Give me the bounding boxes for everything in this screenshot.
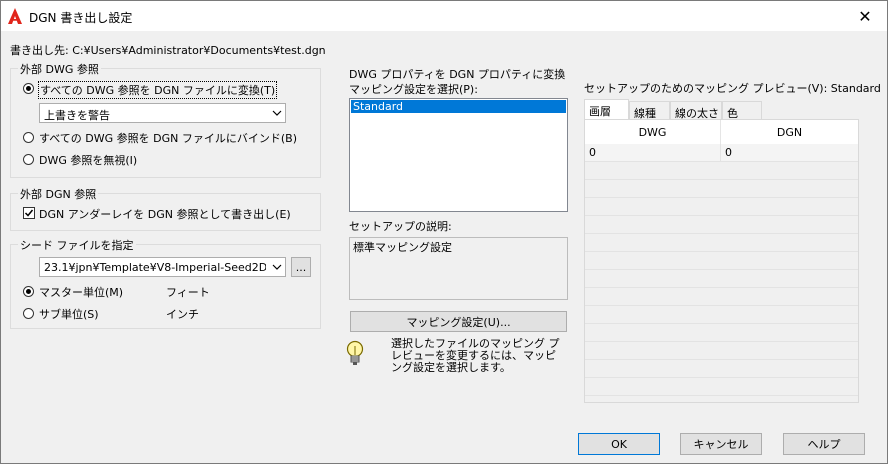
mapping-setup-button[interactable]: マッピング設定(U)... (350, 311, 567, 332)
external-dgn-title: 外部 DGN 参照 (18, 186, 99, 202)
seed-file-title: シード ファイルを指定 (18, 237, 136, 253)
table-row (585, 198, 858, 216)
radio-convert-dwg[interactable] (23, 83, 34, 94)
table-row (585, 234, 858, 252)
table-row (585, 252, 858, 270)
cancel-button[interactable]: キャンセル (680, 433, 762, 455)
table-cell: 0 (725, 146, 732, 159)
table-row (585, 162, 858, 180)
checkmark-icon (24, 209, 34, 217)
mapping-hint: 選択したファイルのマッピング プレビューを変更するには、マッピング設定を選択しま… (391, 337, 560, 374)
table-row (585, 216, 858, 234)
overwrite-combo[interactable]: 上書きを警告 (39, 103, 286, 123)
window-title: DGN 書き出し設定 (29, 11, 133, 25)
radio-bind-dwg[interactable] (23, 132, 34, 143)
radio-convert-dwg-label[interactable]: すべての DWG 参照を DGN ファイルに変換(T) (38, 81, 278, 99)
radio-master-unit[interactable] (23, 286, 34, 297)
radio-sub-unit-label[interactable]: サブ単位(S) (39, 306, 99, 322)
table-row (585, 324, 858, 342)
mapping-setup-list[interactable]: Standard (349, 98, 568, 212)
table-row (585, 288, 858, 306)
seed-file-combo[interactable]: 23.1¥jpn¥Template¥V8-Imperial-Seed2D.dgn (39, 257, 286, 277)
close-icon: ✕ (858, 6, 872, 26)
table-row (585, 342, 858, 360)
table-row (585, 378, 858, 396)
list-item[interactable]: Standard (351, 100, 566, 113)
overwrite-combo-value: 上書きを警告 (44, 109, 110, 122)
table-row (585, 270, 858, 288)
table-row (585, 360, 858, 378)
lightbulb-icon (346, 340, 364, 365)
tab-linetype[interactable]: 線種 (629, 101, 670, 121)
external-dwg-title: 外部 DWG 参照 (18, 61, 101, 77)
table-row (585, 180, 858, 198)
radio-sub-unit[interactable] (23, 308, 34, 319)
mapping-preview-grid: DWG DGN 0 0 (584, 119, 859, 403)
mapping-group-title: DWG プロパティを DGN プロパティに変換 (349, 68, 566, 81)
chevron-down-icon (272, 110, 282, 116)
mapping-preview-label: セットアップのためのマッピング プレビュー(V): Standard (584, 82, 881, 95)
tab-layer[interactable]: 画層 (584, 99, 629, 121)
export-destination: 書き出し先: C:¥Users¥Administrator¥Documents¥… (10, 44, 326, 57)
mapping-select-label: マッピング設定を選択(P): (349, 83, 478, 96)
ok-button[interactable]: OK (578, 433, 660, 455)
table-cell: 0 (585, 144, 721, 161)
close-button[interactable]: ✕ (843, 1, 887, 31)
autocad-logo-icon (8, 8, 22, 24)
help-button[interactable]: ヘルプ (783, 433, 865, 455)
table-row[interactable]: 0 0 (585, 144, 858, 162)
tab-lineweight[interactable]: 線の太さ (670, 101, 722, 121)
radio-ignore-dwg[interactable] (23, 154, 34, 165)
column-header-dgn: DGN (721, 120, 858, 144)
column-header-dwg: DWG (585, 120, 721, 144)
table-row (585, 306, 858, 324)
dgn-export-dialog: DGN 書き出し設定 ✕ 書き出し先: C:¥Users¥Administrat… (0, 0, 888, 464)
underlay-checkbox[interactable] (23, 207, 35, 219)
tab-color[interactable]: 色 (722, 101, 762, 121)
chevron-down-icon (272, 264, 282, 270)
title-bar: DGN 書き出し設定 ✕ (1, 1, 887, 31)
radio-bind-dwg-label[interactable]: すべての DWG 参照を DGN ファイルにバインド(B) (39, 130, 297, 146)
setup-description-box: 標準マッピング設定 (349, 237, 568, 300)
setup-description-label: セットアップの説明: (349, 220, 452, 233)
radio-master-unit-label[interactable]: マスター単位(M) (39, 284, 123, 300)
browse-button[interactable]: ... (291, 257, 311, 277)
seed-file-combo-value: 23.1¥jpn¥Template¥V8-Imperial-Seed2D.dgn (44, 261, 266, 274)
radio-ignore-dwg-label[interactable]: DWG 参照を無視(I) (39, 152, 137, 168)
master-unit-value: フィート (166, 286, 210, 299)
underlay-checkbox-label[interactable]: DGN アンダーレイを DGN 参照として書き出し(E) (39, 206, 291, 222)
setup-description-text: 標準マッピング設定 (353, 241, 452, 254)
sub-unit-value: インチ (166, 308, 199, 321)
